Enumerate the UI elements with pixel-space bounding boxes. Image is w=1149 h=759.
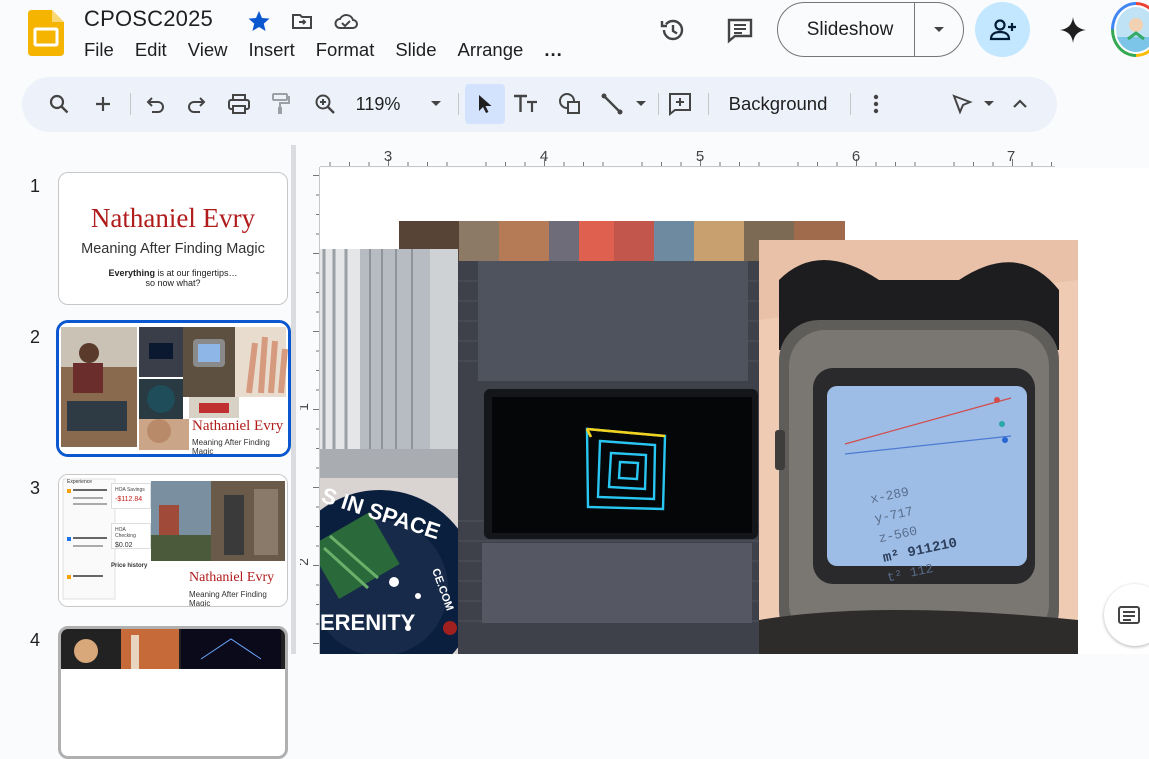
toolbar-divider: [850, 93, 851, 115]
slide-title: Nathaniel Evry: [90, 203, 256, 233]
avatar[interactable]: [1111, 2, 1149, 57]
toolbar-divider: [130, 93, 131, 115]
editing-toolbar: 119% Background: [22, 77, 1057, 132]
menu-format[interactable]: Format: [316, 39, 375, 61]
hoa-savings-value: -$112.84: [115, 496, 143, 503]
slide-number: 2: [30, 327, 41, 347]
oled-wristband-photo[interactable]: [458, 261, 759, 654]
speaker-notes-icon: [1118, 606, 1140, 624]
toolbar-divider: [658, 93, 659, 115]
zoom-level[interactable]: 119%: [352, 90, 404, 118]
version-history-icon[interactable]: [655, 12, 691, 48]
workshop-photo[interactable]: [320, 249, 458, 478]
slide-subtitle: Meaning After Finding Magic: [81, 241, 265, 257]
slide-thumbnail-1[interactable]: Nathaniel Evry Meaning After Finding Mag…: [58, 172, 288, 305]
comments-icon[interactable]: [722, 12, 758, 48]
menu-insert[interactable]: Insert: [248, 39, 294, 61]
menu-file[interactable]: File: [84, 39, 114, 61]
menu-view[interactable]: View: [188, 39, 228, 61]
menu-slide[interactable]: Slide: [395, 39, 436, 61]
top-bar: CPOSC2025 File Edit View Insert Format S…: [0, 0, 1149, 72]
hoa-savings-label: HOA Savings: [115, 487, 145, 493]
slide-subtitle: Meaning After Finding Magic: [190, 438, 288, 454]
ruler-label: 3: [384, 148, 392, 165]
slide-collage-image: [61, 629, 285, 669]
menu-more[interactable]: ...: [544, 39, 562, 61]
slide-body: Everything is at our fingertips… so now w…: [108, 268, 238, 288]
ruler-label: 1: [300, 403, 311, 411]
slide-number: 4: [30, 630, 41, 650]
ruler-label: 7: [1007, 148, 1015, 165]
slide-subtitle: Meaning After Finding Magic: [189, 590, 267, 607]
pebble-watch-photo[interactable]: x-289 y-717 z-560 m² 911210 t² 112: [759, 240, 1078, 654]
ruler-label: 5: [696, 148, 704, 165]
toolbar-divider: [708, 93, 709, 115]
slide-thumbnail-4[interactable]: [58, 626, 288, 759]
background-button[interactable]: Background: [720, 90, 836, 118]
ruler-label: 4: [540, 148, 548, 165]
select-cursor-icon[interactable]: [465, 84, 505, 124]
slide-number: 1: [30, 176, 41, 196]
laser-pointer-icon[interactable]: [948, 90, 976, 118]
toolbar-divider: [458, 93, 459, 115]
filmstrip-scrollbar[interactable]: [291, 145, 296, 654]
redo-icon[interactable]: [184, 90, 210, 118]
gemini-sparkle-icon[interactable]: [1055, 12, 1091, 48]
collapse-toolbar-chevron-up-icon[interactable]: [1008, 90, 1032, 118]
shape-icon[interactable]: [556, 90, 584, 118]
paint-format-icon[interactable]: [268, 90, 294, 118]
slide-thumbnail-2-selected[interactable]: Nathaniel Evry Meaning After Finding Mag…: [56, 320, 291, 457]
price-history-label: Price history: [111, 563, 148, 569]
search-menus-icon[interactable]: [46, 90, 72, 118]
hoa-checking-label: HOA Checking: [115, 527, 136, 539]
cloud-saved-icon[interactable]: [333, 8, 359, 34]
line-dropdown-chevron-down-icon[interactable]: [632, 90, 650, 118]
text-box-icon[interactable]: [512, 90, 540, 118]
print-icon[interactable]: [226, 90, 252, 118]
ruler-label: 6: [852, 148, 860, 165]
slideshow-button[interactable]: Slideshow: [778, 19, 914, 41]
slide-thumbnail-3[interactable]: Experience HOA Savings -$112.84 HOA Chec…: [58, 474, 288, 607]
move-to-folder-icon[interactable]: [289, 8, 315, 34]
serenity-patch-photo[interactable]: S IN SPACE ERENITY CE.COM: [320, 478, 458, 654]
undo-icon[interactable]: [142, 90, 168, 118]
pointer-dropdown-chevron-down-icon[interactable]: [980, 90, 998, 118]
slide-title: Nathaniel Evry: [189, 570, 275, 585]
share-add-person-icon: [989, 18, 1016, 40]
star-icon[interactable]: [246, 8, 272, 34]
slide-filmstrip[interactable]: 1 Nathaniel Evry Meaning After Finding M…: [0, 140, 296, 759]
patch-text-bottom: ERENITY: [320, 610, 416, 635]
menu-edit[interactable]: Edit: [135, 39, 167, 61]
add-comment-icon[interactable]: [666, 90, 694, 118]
document-title[interactable]: CPOSC2025: [84, 6, 213, 32]
hoa-checking-card: HOA Checking $0.02: [111, 523, 151, 549]
zoom-icon[interactable]: [312, 90, 338, 118]
vertical-ruler[interactable]: 1 2: [300, 167, 320, 654]
slide-collage-image: [59, 475, 287, 606]
hoa-checking-value: $0.02: [115, 542, 133, 549]
zoom-dropdown-chevron-down-icon[interactable]: [426, 90, 446, 118]
chevron-down-icon: [934, 26, 944, 32]
more-vert-icon[interactable]: [864, 90, 888, 118]
horizontal-ruler[interactable]: 3 4 5 6 7: [320, 145, 1055, 167]
ruler-label: 2: [300, 558, 311, 566]
slide-title: Nathaniel Evry: [190, 418, 286, 435]
slideshow-dropdown[interactable]: [915, 26, 963, 34]
google-slides-logo[interactable]: [28, 10, 64, 56]
share-button[interactable]: [975, 2, 1030, 57]
experience-heading: Experience: [67, 479, 93, 485]
slideshow-button-group: Slideshow: [777, 2, 964, 57]
slide-number: 3: [30, 478, 41, 498]
menu-arrange[interactable]: Arrange: [457, 39, 523, 61]
line-icon[interactable]: [598, 90, 626, 118]
new-slide-plus-icon[interactable]: [90, 90, 116, 118]
hoa-savings-card: HOA Savings -$112.84: [111, 483, 151, 509]
menu-bar: File Edit View Insert Format Slide Arran…: [84, 39, 563, 61]
